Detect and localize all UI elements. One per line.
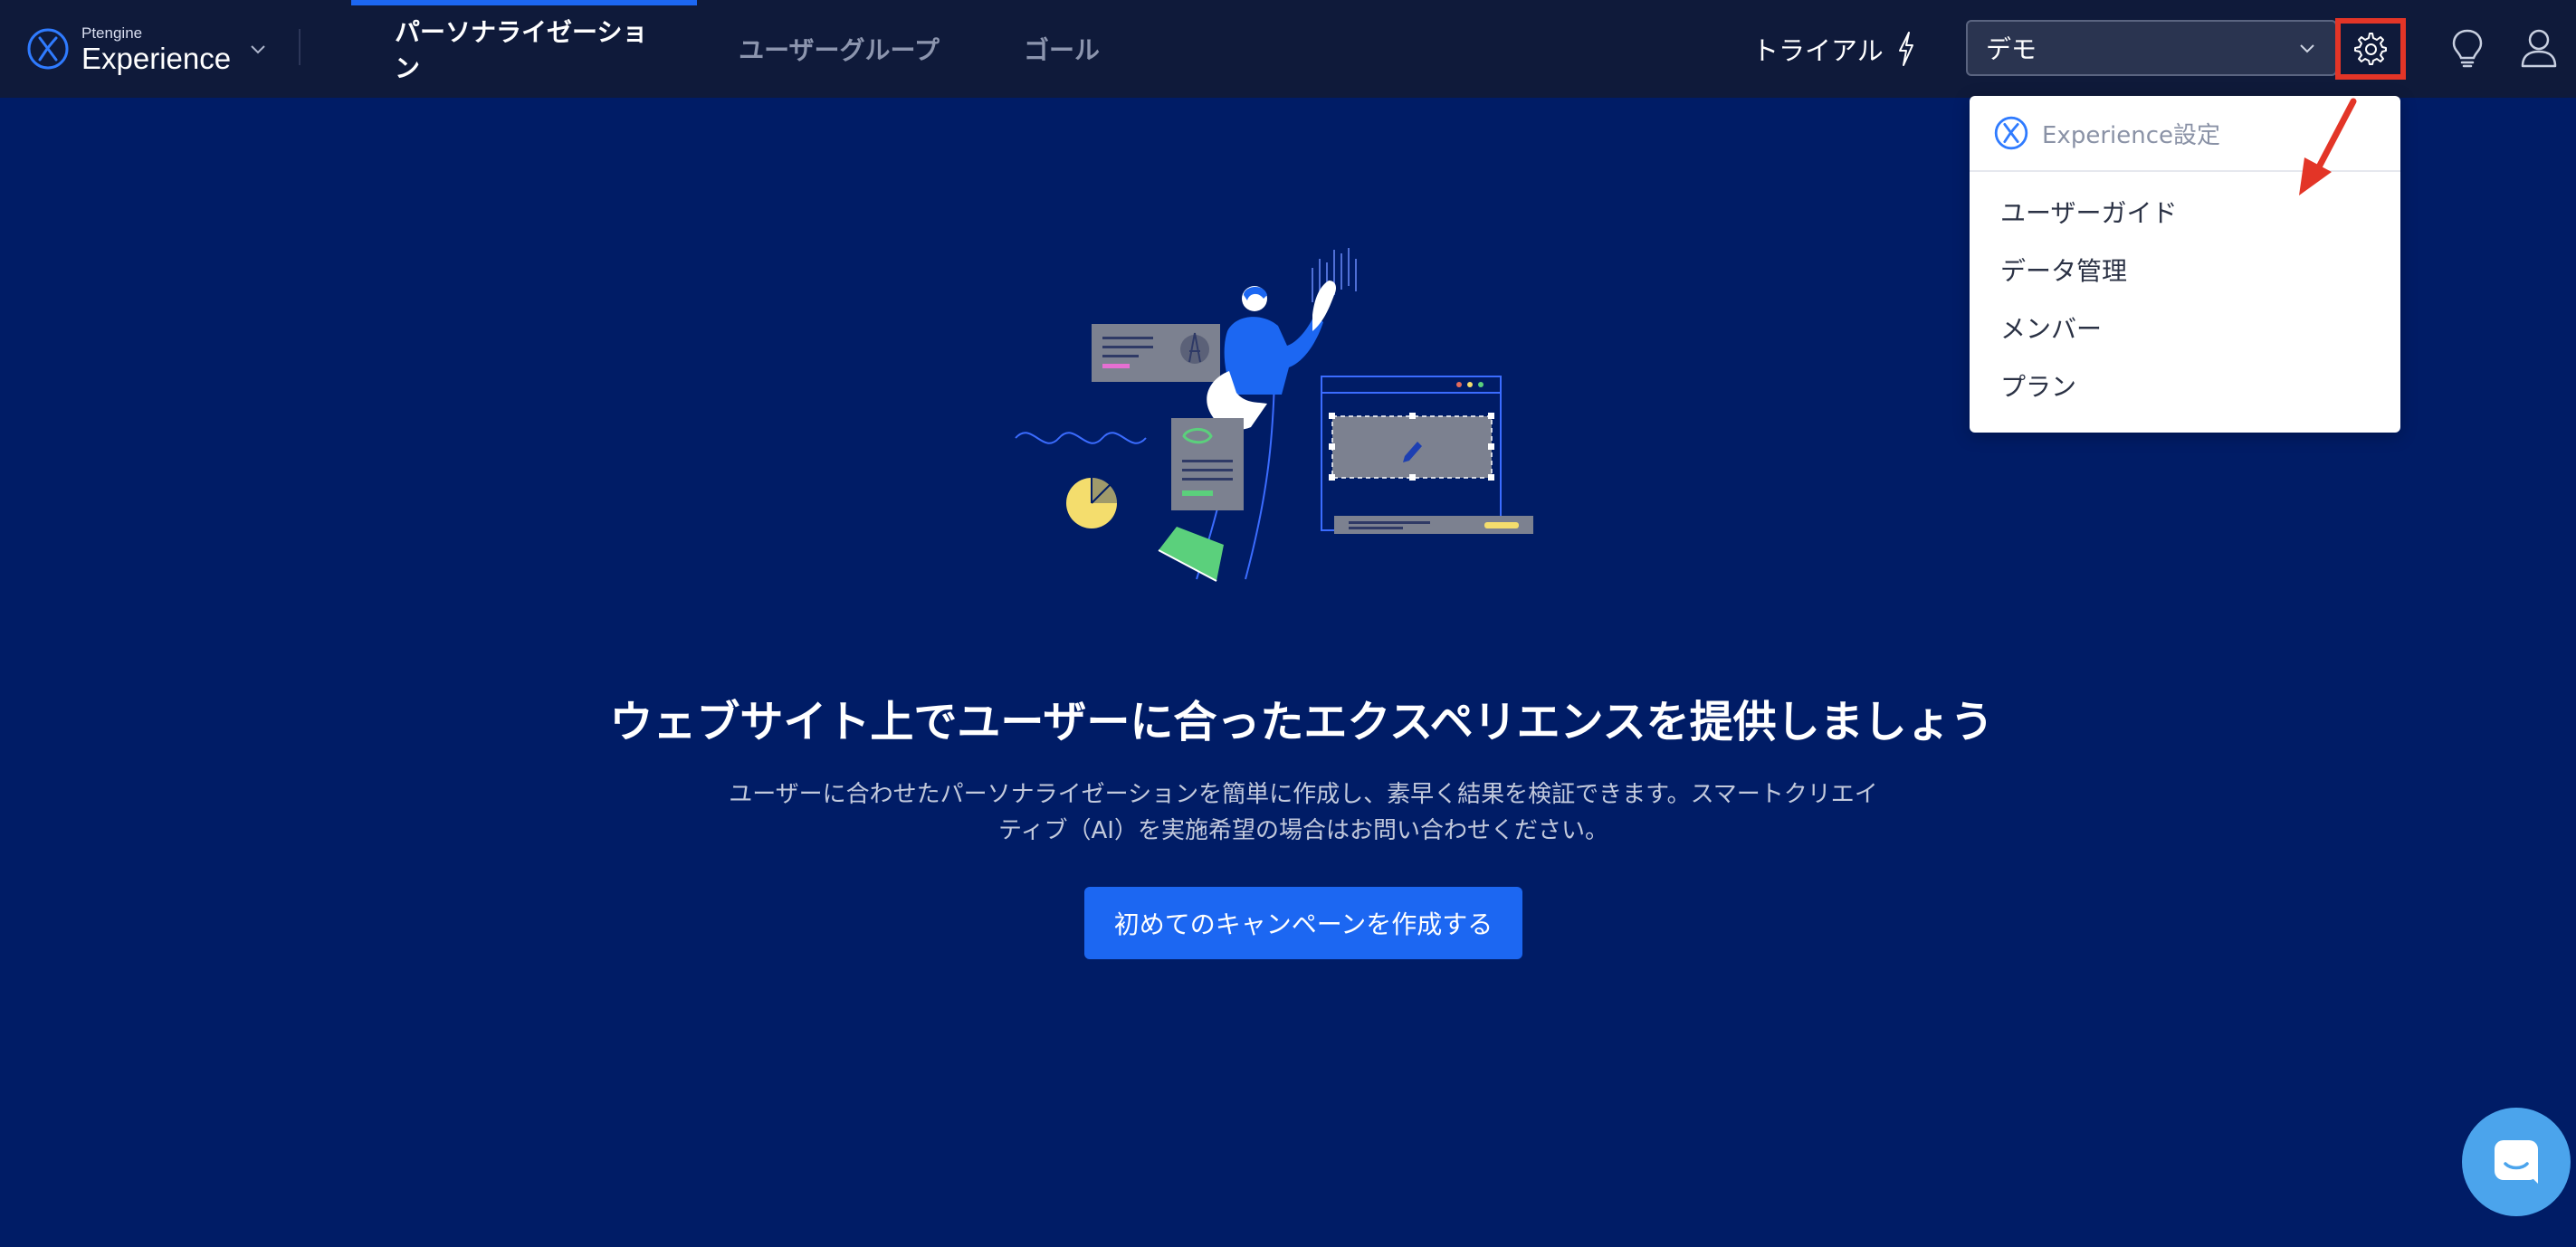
- description-line: ティブ（AI）を実施希望の場合はお問い合わせください。: [998, 817, 1608, 844]
- project-select[interactable]: デモ: [1966, 20, 2337, 76]
- tab-goal[interactable]: ゴール: [981, 0, 1142, 98]
- tab-label: ゴール: [1023, 35, 1100, 65]
- chat-icon: [2495, 1140, 2538, 1184]
- create-first-campaign-button[interactable]: 初めてのキャンペーンを作成する: [1084, 887, 1522, 959]
- experience-logo-icon: [27, 28, 69, 70]
- lightbulb-icon[interactable]: [2449, 27, 2485, 69]
- experience-logo-icon: [1994, 116, 2028, 150]
- product-switcher[interactable]: Ptengine Experience: [25, 22, 267, 76]
- tab-user-group[interactable]: ユーザーグループ: [697, 0, 981, 98]
- settings-dropdown-title: Experience設定: [2042, 121, 2220, 149]
- brand-name: Ptengine Experience: [81, 25, 231, 73]
- menu-item-members[interactable]: メンバー: [1970, 299, 2400, 357]
- menu-item-data-management[interactable]: データ管理: [1970, 241, 2400, 299]
- gear-icon: [2354, 33, 2387, 65]
- project-select-value: デモ: [1986, 34, 2037, 64]
- trial-label: トライアル: [1752, 35, 1884, 66]
- divider: [299, 29, 301, 65]
- chevron-down-icon: [2300, 44, 2314, 53]
- lightning-icon: [1898, 32, 1913, 66]
- main-tabs: パーソナライゼーション ユーザーグループ ゴール: [351, 0, 1142, 98]
- brand-sub-label: Ptengine: [81, 24, 143, 42]
- chat-launcher-button[interactable]: [2462, 1108, 2571, 1216]
- trial-button[interactable]: トライアル: [1752, 27, 1916, 71]
- tab-label: ユーザーグループ: [739, 35, 940, 65]
- empty-state-illustration: [1015, 248, 1533, 582]
- user-icon[interactable]: [2520, 27, 2558, 69]
- chevron-down-icon: [251, 45, 265, 54]
- description-line: ユーザーに合わせたパーソナライゼーションを簡単に作成し、素早く結果を検証できます…: [729, 781, 1878, 808]
- empty-state-title: ウェブサイト上でユーザーに合ったエクスペリエンスを提供しましょう: [609, 697, 1994, 747]
- settings-button[interactable]: [2335, 18, 2406, 80]
- settings-menu-list: ユーザーガイド データ管理 メンバー プラン: [1970, 172, 2400, 414]
- annotation-arrow-icon: [2299, 98, 2357, 195]
- top-navigation-bar: Ptengine Experience パーソナライゼーション ユーザーグループ…: [0, 0, 2576, 98]
- tab-label: パーソナライゼーション: [395, 17, 648, 83]
- empty-state-description: ユーザーに合わせたパーソナライゼーションを簡単に作成し、素早く結果を検証できます…: [715, 776, 1892, 849]
- menu-item-plan[interactable]: プラン: [1970, 357, 2400, 414]
- tab-personalization[interactable]: パーソナライゼーション: [351, 0, 697, 98]
- brand-main-label: Experience: [81, 41, 232, 75]
